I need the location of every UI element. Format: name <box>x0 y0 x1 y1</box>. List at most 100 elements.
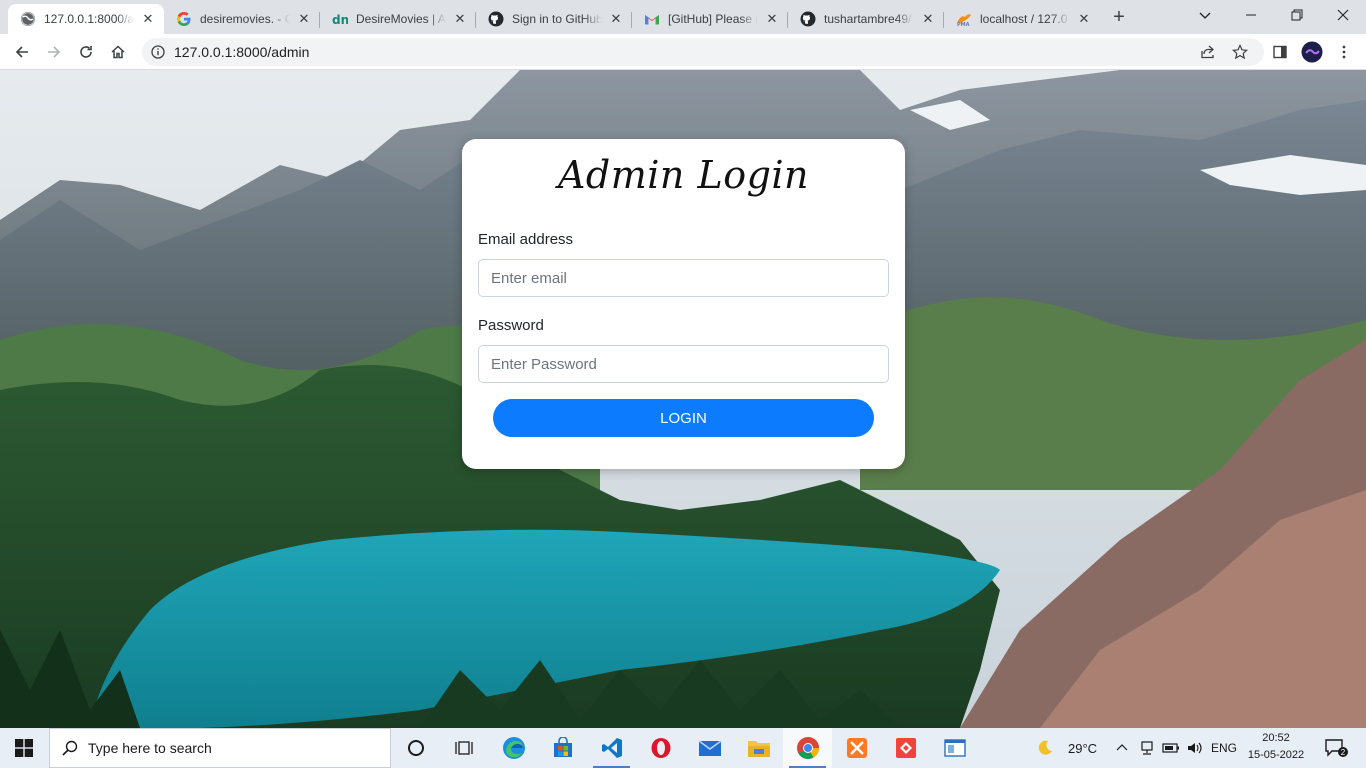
tab-search-button[interactable] <box>1182 0 1228 30</box>
tab-phpmyadmin[interactable]: PMA localhost / 127.0 ✕ <box>944 4 1100 34</box>
opera-icon <box>651 738 670 758</box>
page-title: Admin Login <box>557 153 810 197</box>
globe-icon <box>20 11 36 27</box>
close-icon[interactable]: ✕ <box>140 11 156 27</box>
chevron-down-icon <box>1199 12 1211 19</box>
tab-title: 127.0.0.1:8000/admin <box>44 12 134 26</box>
task-view-button[interactable] <box>440 728 488 768</box>
clock[interactable]: 20:52 15-05-2022 <box>1244 730 1308 766</box>
cortana-button[interactable] <box>392 728 440 768</box>
weather-temp: 29°C <box>1068 740 1098 756</box>
language-button[interactable]: ENG <box>1208 728 1240 768</box>
google-icon <box>176 11 192 27</box>
tab-admin[interactable]: 127.0.0.1:8000/admin ✕ <box>8 4 164 34</box>
email-field[interactable] <box>478 259 889 297</box>
tab-strip: 127.0.0.1:8000/admin ✕ desiremovies. - G… <box>0 0 1366 34</box>
xampp-taskbar-button[interactable] <box>832 728 881 768</box>
tab-title: localhost / 127.0 <box>980 12 1068 26</box>
opera-taskbar-button[interactable] <box>636 728 685 768</box>
tab-title: desiremovies. - Google Search <box>200 12 290 26</box>
windows-taskbar: Type here to search 29°C ENG 20:52 15-05… <box>0 728 1366 768</box>
notifications-button[interactable]: 2 <box>1316 728 1356 768</box>
edge-icon <box>502 737 525 759</box>
close-window-button[interactable] <box>1320 0 1366 30</box>
notification-icon: 2 <box>1325 739 1348 757</box>
weather-widget[interactable]: 29°C <box>1036 728 1104 768</box>
close-icon[interactable]: ✕ <box>1076 11 1092 27</box>
mail-taskbar-button[interactable] <box>685 728 734 768</box>
login-button[interactable]: LOGIN <box>493 399 874 437</box>
file-explorer-taskbar-button[interactable] <box>734 728 783 768</box>
reload-button[interactable] <box>72 38 100 66</box>
battery-icon <box>1162 743 1179 753</box>
email-label: Email address <box>478 231 574 248</box>
more-vert-icon <box>1342 45 1346 59</box>
volume-button[interactable] <box>1184 728 1206 768</box>
app-window-taskbar-button[interactable] <box>930 728 979 768</box>
start-button[interactable] <box>0 728 48 768</box>
info-icon[interactable] <box>142 45 174 59</box>
arrow-left-icon <box>15 46 28 58</box>
windows-icon <box>15 739 33 757</box>
restore-icon <box>1291 9 1303 21</box>
minimize-button[interactable] <box>1228 0 1274 30</box>
side-panel-button[interactable] <box>1266 38 1294 66</box>
edge-taskbar-button[interactable] <box>489 728 538 768</box>
close-icon[interactable]: ✕ <box>764 11 780 27</box>
new-tab-button[interactable]: + <box>1108 6 1130 28</box>
page-viewport: Admin Login Email address Password LOGIN <box>0 70 1366 728</box>
store-taskbar-button[interactable] <box>538 728 587 768</box>
password-field[interactable] <box>478 345 889 383</box>
battery-button[interactable] <box>1160 728 1182 768</box>
store-icon <box>553 737 572 757</box>
chrome-taskbar-button[interactable] <box>783 728 832 768</box>
tab-title: [GitHub] Please r <box>668 12 758 26</box>
anydesk-taskbar-button[interactable] <box>881 728 930 768</box>
desiremovies-icon: dn <box>332 11 348 27</box>
close-icon[interactable]: ✕ <box>608 11 624 27</box>
clock-time: 20:52 <box>1262 732 1290 744</box>
restore-button[interactable] <box>1274 0 1320 30</box>
svg-text:dn: dn <box>332 13 348 27</box>
back-button[interactable] <box>8 38 36 66</box>
url-text: 127.0.0.1:8000/admin <box>174 44 310 60</box>
taskbar-search-input[interactable]: Type here to search <box>49 728 391 768</box>
tab-google-search[interactable]: desiremovies. - Google Search ✕ <box>164 4 320 34</box>
vscode-icon <box>601 738 622 758</box>
tab-github-signin[interactable]: Sign in to GitHub ✕ <box>476 4 632 34</box>
bookmark-button[interactable] <box>1226 38 1254 66</box>
search-icon <box>62 740 78 756</box>
menu-button[interactable] <box>1330 38 1358 66</box>
network-button[interactable] <box>1136 728 1158 768</box>
tab-gmail[interactable]: [GitHub] Please r ✕ <box>632 4 788 34</box>
vscode-taskbar-button[interactable] <box>587 728 636 768</box>
avatar-icon <box>1301 41 1323 63</box>
show-hidden-icons-button[interactable] <box>1112 728 1132 768</box>
folder-icon <box>747 741 770 757</box>
share-button[interactable] <box>1194 38 1222 66</box>
github-icon <box>488 11 504 27</box>
search-placeholder: Type here to search <box>88 740 212 756</box>
home-button[interactable] <box>104 38 132 66</box>
mail-icon <box>698 740 721 756</box>
forward-button[interactable] <box>40 38 68 66</box>
close-icon[interactable]: ✕ <box>920 11 936 27</box>
browser-toolbar: 127.0.0.1:8000/admin <box>0 34 1366 70</box>
clock-date: 15-05-2022 <box>1247 749 1305 761</box>
close-icon <box>1337 9 1349 21</box>
gmail-icon <box>644 11 660 27</box>
home-icon <box>111 45 125 59</box>
close-icon[interactable]: ✕ <box>452 11 468 27</box>
language-text: ENG <box>1210 741 1237 755</box>
tab-title: tushartambre49/ <box>824 12 912 26</box>
close-icon[interactable]: ✕ <box>296 11 312 27</box>
side-panel-icon <box>1273 45 1287 59</box>
task-view-icon <box>455 741 473 755</box>
xampp-icon <box>846 738 867 758</box>
address-bar[interactable]: 127.0.0.1:8000/admin <box>142 38 1264 66</box>
profile-avatar[interactable] <box>1298 38 1326 66</box>
reload-icon <box>80 46 92 58</box>
tab-title: DesireMovies | All <box>356 12 446 26</box>
tab-github-repo[interactable]: tushartambre49/ ✕ <box>788 4 944 34</box>
tab-desiremovies[interactable]: dn DesireMovies | All ✕ <box>320 4 476 34</box>
